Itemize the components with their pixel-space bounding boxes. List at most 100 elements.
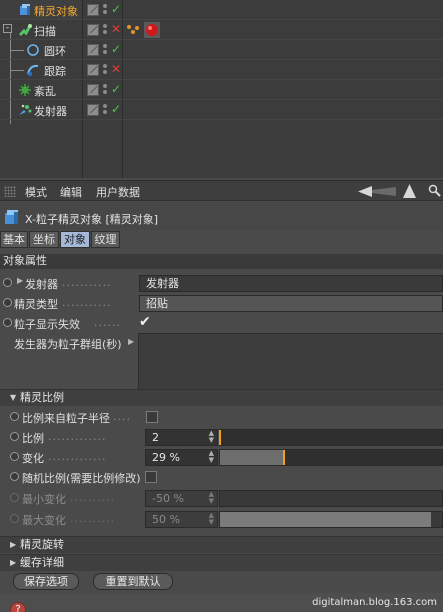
param-emitter: ▶ 发射器 ........... 发射器 bbox=[0, 273, 443, 293]
back-arrow-icon[interactable] bbox=[358, 185, 396, 198]
param-label: 发射器 bbox=[25, 278, 58, 291]
visibility-dots-icon[interactable] bbox=[102, 103, 108, 117]
scale-slider[interactable] bbox=[219, 429, 443, 446]
variation-input[interactable]: 29 % ▲ ▼ bbox=[145, 449, 218, 466]
group-sprite-scale[interactable]: ▼ 精灵比例 bbox=[0, 389, 443, 406]
emitter-group-list[interactable] bbox=[138, 333, 443, 389]
help-icon[interactable]: ? bbox=[10, 602, 26, 612]
particle-sprite-icon bbox=[5, 210, 18, 224]
scale-input[interactable]: 2 ▲ ▼ bbox=[145, 429, 218, 446]
slider-knob[interactable] bbox=[283, 450, 286, 465]
label-leader: ...... bbox=[94, 316, 121, 329]
label-leader: ........... bbox=[62, 296, 112, 309]
object-row-turbulence[interactable]: 紊乱 ✓ bbox=[0, 80, 443, 100]
particle-tag-icon[interactable] bbox=[126, 23, 140, 37]
save-options-button[interactable]: 保存选项 bbox=[13, 573, 79, 590]
attribute-tabs: 基本 坐标 对象 纹理 bbox=[0, 231, 443, 249]
expand-arrow-icon[interactable]: ▶ bbox=[128, 337, 134, 346]
group-cache-details[interactable]: ▶ 缓存详细 bbox=[0, 554, 443, 571]
emitter-link-field[interactable]: 发射器 bbox=[139, 275, 443, 292]
keyframe-dot-icon[interactable] bbox=[10, 412, 19, 421]
object-name: 发射器 bbox=[34, 105, 67, 118]
param-scale: 比例 ............. 2 ▲ ▼ bbox=[0, 427, 443, 447]
variation-value: 29 % bbox=[152, 451, 180, 464]
group-label: 缓存详细 bbox=[20, 556, 64, 569]
object-row-sprite[interactable]: 精灵对象 ✓ bbox=[0, 0, 443, 20]
label-leader: .......... bbox=[70, 512, 115, 525]
spinner-arrows-icon[interactable]: ▲ ▼ bbox=[209, 450, 214, 464]
reset-default-button[interactable]: 重置到默认 bbox=[93, 573, 173, 590]
param-label: 比例来自粒子半径 bbox=[22, 412, 110, 425]
visibility-dots-icon[interactable] bbox=[102, 83, 108, 97]
label-leader: .......... bbox=[70, 491, 115, 504]
tab-basic[interactable]: 基本 bbox=[0, 231, 28, 248]
visibility-dots-icon[interactable] bbox=[102, 63, 108, 77]
sprite-type-dropdown[interactable]: 招贴 bbox=[139, 295, 443, 312]
param-label: 精灵类型 bbox=[14, 298, 58, 311]
up-arrow-icon[interactable] bbox=[403, 184, 416, 198]
layer-icon[interactable] bbox=[87, 4, 99, 16]
panel-grip-icon[interactable] bbox=[4, 186, 16, 197]
disabled-cross-icon[interactable]: ✕ bbox=[111, 22, 121, 36]
chevron-right-icon: ▶ bbox=[10, 540, 17, 549]
enabled-check-icon[interactable]: ✓ bbox=[111, 102, 121, 116]
tab-object[interactable]: 对象 bbox=[60, 231, 90, 248]
variation-slider[interactable] bbox=[219, 449, 443, 466]
object-row-sweep[interactable]: - 扫描 ✕ bbox=[0, 20, 443, 40]
object-row-emitter[interactable]: 发射器 ✓ bbox=[0, 100, 443, 120]
slider-fill bbox=[220, 512, 431, 527]
object-row-circle[interactable]: 圆环 ✓ bbox=[0, 40, 443, 60]
particle-display-checkbox[interactable]: ✔ bbox=[139, 314, 151, 330]
visibility-dots-icon[interactable] bbox=[102, 23, 108, 37]
keyframe-dot-icon[interactable] bbox=[10, 452, 19, 461]
keyframe-dot-icon[interactable] bbox=[10, 472, 19, 481]
group-sprite-rotation[interactable]: ▶ 精灵旋转 bbox=[0, 536, 443, 553]
param-label: 最小变化 bbox=[22, 493, 66, 506]
param-max-variation: 最大变化 .......... 50 % ▲ ▼ bbox=[0, 509, 443, 529]
menu-edit[interactable]: 编辑 bbox=[60, 184, 82, 200]
enabled-check-icon[interactable]: ✓ bbox=[111, 82, 121, 96]
layer-icon[interactable] bbox=[87, 104, 99, 116]
param-scale-from-radius: 比例来自粒子半径 .... bbox=[0, 407, 443, 427]
scale-value: 2 bbox=[152, 431, 159, 444]
enabled-check-icon[interactable]: ✓ bbox=[111, 42, 121, 56]
visibility-dots-icon[interactable] bbox=[102, 3, 108, 17]
collapse-toggle-icon[interactable]: - bbox=[3, 24, 12, 33]
watermark-text: digitalman.blog.163.com bbox=[312, 597, 437, 608]
slider-knob[interactable] bbox=[219, 430, 221, 445]
keyframe-dot-icon[interactable] bbox=[10, 432, 19, 441]
keyframe-dot-icon[interactable] bbox=[3, 318, 12, 327]
label-leader: ........... bbox=[62, 276, 112, 289]
enabled-check-icon[interactable]: ✓ bbox=[111, 2, 121, 16]
label-leader: ............. bbox=[48, 450, 107, 463]
keyframe-dot-icon[interactable] bbox=[3, 278, 12, 287]
param-label: 最大变化 bbox=[22, 514, 66, 527]
scale-from-radius-checkbox[interactable] bbox=[146, 411, 158, 423]
visibility-dots-icon[interactable] bbox=[102, 43, 108, 57]
param-label: 变化 bbox=[22, 452, 44, 465]
tab-coordinates[interactable]: 坐标 bbox=[29, 231, 59, 248]
layer-icon[interactable] bbox=[87, 84, 99, 96]
menu-user-data[interactable]: 用户数据 bbox=[96, 184, 140, 200]
param-variation: 变化 ............. 29 % ▲ ▼ bbox=[0, 447, 443, 467]
material-tag-icon[interactable] bbox=[144, 22, 160, 38]
min-variation-value: -50 % bbox=[152, 492, 184, 505]
search-icon[interactable] bbox=[428, 184, 443, 198]
section-object-properties: 对象属性 bbox=[0, 254, 443, 269]
spinner-arrows-icon[interactable]: ▲ ▼ bbox=[209, 430, 214, 444]
tab-texture[interactable]: 纹理 bbox=[91, 231, 120, 248]
object-row-tracer[interactable]: 跟踪 ✕ bbox=[0, 60, 443, 80]
layer-icon[interactable] bbox=[87, 64, 99, 76]
layer-icon[interactable] bbox=[87, 24, 99, 36]
random-scale-checkbox[interactable] bbox=[145, 471, 157, 483]
max-variation-value: 50 % bbox=[152, 513, 180, 526]
attribute-manager-menubar: 模式 编辑 用户数据 bbox=[0, 180, 443, 201]
menu-mode[interactable]: 模式 bbox=[25, 184, 47, 200]
disabled-cross-icon[interactable]: ✕ bbox=[111, 62, 121, 76]
param-particle-display: 粒子显示失效 ...... ✔ bbox=[0, 313, 443, 333]
expand-arrow-icon[interactable]: ▶ bbox=[17, 276, 23, 285]
layer-icon[interactable] bbox=[87, 44, 99, 56]
group-label: 精灵比例 bbox=[20, 391, 64, 404]
keyframe-dot-icon[interactable] bbox=[3, 298, 12, 307]
group-label: 精灵旋转 bbox=[20, 538, 64, 551]
